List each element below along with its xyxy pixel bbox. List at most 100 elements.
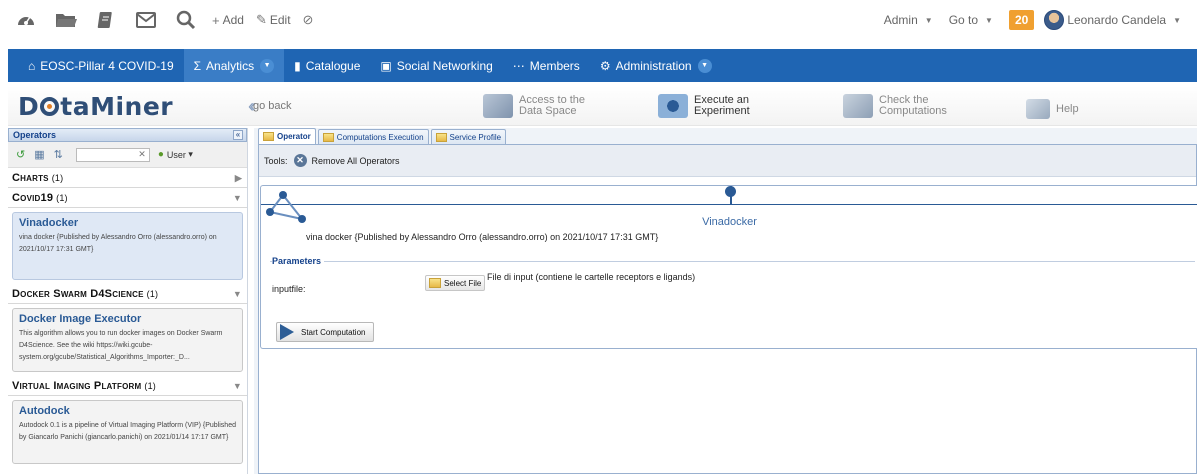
chevron-down-icon: ▼ (985, 15, 993, 25)
remove-all-operators-button[interactable]: ✕ Remove All Operators (293, 154, 400, 167)
dataminer-header: DtaMiner ‹‹ go back Access to the Data Spa… (8, 86, 1197, 126)
operator-tab-content: Tools: ✕ Remove All Operators Vinadocker … (258, 144, 1197, 474)
dataminer-logo: DtaMiner (18, 92, 174, 121)
tab-computations-execution[interactable]: Computations Execution (317, 129, 429, 144)
select-file-button[interactable]: Select File (425, 275, 486, 291)
operator-description: vina docker {Published by Alessandro Orr… (19, 234, 217, 253)
home-icon: ⌂ (28, 58, 36, 73)
add-button[interactable]: + Add (212, 13, 244, 28)
tool-line2: Experiment (694, 105, 750, 117)
go-back-label: go back (253, 100, 292, 112)
expand-icon[interactable]: ▦ (34, 148, 44, 161)
nav-item-catalogue[interactable]: ▮ Catalogue (284, 49, 370, 82)
category-charts[interactable]: Charts (1) ▶ (8, 168, 247, 188)
operators-toolbar: ↺ ▦ ⇅ ✕ ● User ▾ (8, 142, 247, 168)
category-docker-swarm[interactable]: Docker Swarm D4Science (1) ▼ (8, 284, 247, 304)
user-name: Leonardo Candela (1067, 13, 1167, 27)
nav-label: Catalogue (305, 58, 361, 73)
nav-label: Administration (615, 58, 692, 73)
tools-label: Tools: (264, 155, 288, 166)
dashboard-icon[interactable] (12, 6, 40, 34)
nav-label: Social Networking (396, 58, 493, 73)
add-label: Add (222, 13, 244, 27)
operator-description: Autodock 0.1 is a pipeline of Virtual Im… (19, 422, 236, 441)
select-file-label: Select File (444, 278, 482, 288)
workspace-area: Operator Computations Execution Service … (254, 128, 1197, 474)
tab-operator[interactable]: Operator (258, 128, 316, 144)
start-computation-button[interactable]: Start Computation (276, 322, 375, 342)
pin-icon (725, 186, 736, 197)
tab-icon (435, 132, 447, 142)
nav-item-social[interactable]: ▣ Social Networking (370, 49, 502, 82)
operator-name: Vinadocker (702, 216, 757, 228)
main-navbar: ⌂ EOSC-Pillar 4 COVID-19 Σ Analytics ▼ ▮ Cat… (8, 49, 1197, 82)
user-filter-dropdown[interactable]: ● User ▾ (158, 149, 193, 160)
edit-label: Edit (269, 13, 291, 27)
chevron-down-icon[interactable]: ▼ (233, 193, 242, 203)
go-back-button[interactable]: ‹‹ go back (248, 97, 292, 115)
top-toolbar: + Add ✎ Edit ⊘ Admin ▼ Go to ▼ 20 Leonardo C… (0, 0, 1197, 40)
clear-icon[interactable]: ✕ (138, 149, 146, 160)
play-icon (280, 324, 294, 340)
search-icon[interactable] (172, 6, 200, 34)
nav-item-administration[interactable]: ⚙ Administration ▼ (590, 49, 722, 82)
goto-label: Go to (948, 13, 979, 27)
operator-card-vinadocker[interactable]: Vinadocker vina docker {Published by Ale… (12, 212, 243, 280)
hide-icon[interactable]: ⊘ (303, 12, 317, 28)
user-icon: ● (157, 149, 164, 160)
notes-icon[interactable] (92, 6, 120, 34)
tab-label: Computations Execution (336, 132, 424, 142)
people-icon: ⋯ (512, 58, 525, 73)
category-virtual-imaging[interactable]: Virtual Imaging Platform (1) ▼ (8, 376, 247, 396)
nav-label: Members (529, 58, 580, 73)
param-inputfile-label: inputfile: (272, 284, 306, 294)
refresh-icon[interactable]: ↺ (16, 148, 25, 161)
execute-experiment-button[interactable]: Execute an Experiment (658, 94, 750, 118)
tool-line2: Data Space (519, 105, 577, 117)
chevron-down-icon[interactable]: ▼ (233, 381, 242, 391)
nav-item-members[interactable]: ⋯ Members (503, 49, 590, 82)
help-button[interactable]: Help (1026, 99, 1079, 119)
category-count: (1) (51, 172, 64, 183)
tab-service-profile[interactable]: Service Profile (430, 129, 507, 144)
book-icon: ▮ (294, 58, 301, 73)
user-dropdown[interactable]: Leonardo Candela ▼ (1067, 13, 1181, 27)
chevron-down-icon[interactable]: ▼ (697, 58, 712, 73)
notification-badge[interactable]: 20 (1008, 10, 1035, 30)
user-filter-label: User (166, 149, 186, 160)
operator-card-docker-image-executor[interactable]: Docker Image Executor This algorithm all… (12, 308, 243, 372)
collapse-icon[interactable]: « (233, 130, 243, 140)
tools-bar: Tools: ✕ Remove All Operators (259, 145, 1196, 177)
tool-line1: Help (1056, 102, 1079, 115)
edit-button[interactable]: ✎ Edit (256, 12, 291, 28)
chevron-right-icon[interactable]: ▶ (235, 173, 242, 184)
category-name: Charts (12, 171, 49, 184)
category-name: Docker Swarm D4Science (12, 287, 144, 300)
tab-icon (322, 132, 334, 142)
search-input[interactable]: ✕ (75, 147, 150, 162)
nav-item-analytics[interactable]: Σ Analytics ▼ (183, 49, 285, 82)
operators-panel: Operators « ↺ ▦ ⇅ ✕ ● User ▾ Charts (1) ▶ … (8, 128, 248, 474)
chevron-down-icon[interactable]: ▼ (260, 58, 275, 73)
avatar[interactable] (1044, 10, 1065, 30)
nav-item-home[interactable]: ⌂ EOSC-Pillar 4 COVID-19 (18, 49, 184, 82)
help-icon (1026, 99, 1050, 119)
sort-icon[interactable]: ⇅ (54, 148, 63, 161)
gears-icon (843, 94, 873, 118)
access-data-space-button[interactable]: Access to the Data Space (483, 94, 585, 118)
category-name: Covid19 (12, 191, 54, 204)
admin-dropdown[interactable]: Admin ▼ (884, 13, 933, 27)
check-computations-button[interactable]: Check the Computations (843, 94, 947, 118)
parameters-divider (270, 261, 1195, 262)
operator-card-autodock[interactable]: Autodock Autodock 0.1 is a pipeline of V… (12, 400, 243, 464)
plus-icon: + (212, 12, 220, 28)
operator-panel: Vinadocker vina docker {Published by Ale… (260, 185, 1197, 349)
tab-label: Operator (277, 132, 311, 141)
divider (261, 204, 1197, 205)
chevron-down-icon[interactable]: ▼ (233, 289, 242, 299)
folder-icon[interactable] (52, 6, 80, 34)
goto-dropdown[interactable]: Go to ▼ (949, 13, 993, 27)
category-covid19[interactable]: Covid19 (1) ▼ (8, 188, 247, 208)
mail-icon[interactable] (132, 6, 160, 34)
operator-published-info: vina docker {Published by Alessandro Orr… (306, 232, 659, 242)
